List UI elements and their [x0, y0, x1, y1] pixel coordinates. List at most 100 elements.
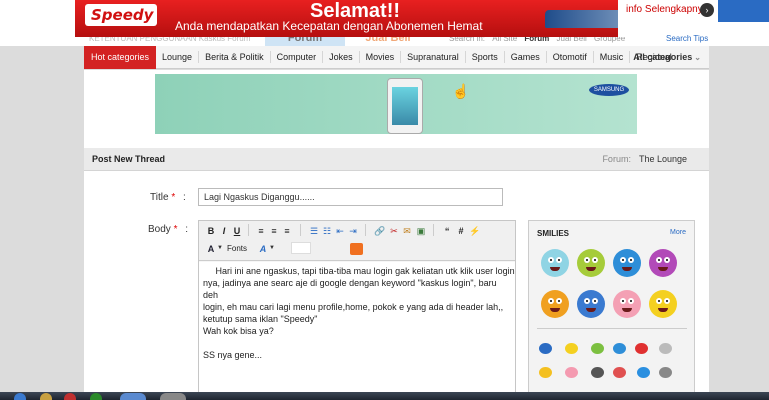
mini-smiley-icon[interactable] [565, 343, 578, 354]
align-left-icon[interactable]: ≡ [255, 225, 267, 237]
smiley-icon[interactable] [613, 249, 641, 277]
category-otomotif[interactable]: Otomotif [547, 51, 594, 63]
font-size-icon[interactable]: A [257, 243, 269, 255]
window-icon[interactable] [160, 393, 186, 400]
mini-smiley-icon[interactable] [591, 367, 604, 378]
emoticon-insert-icon[interactable] [350, 243, 363, 255]
all-categories-dropdown[interactable]: All categories ⌄ [633, 46, 701, 69]
smiley-icon[interactable] [649, 290, 677, 318]
all-categories-label: All categories [633, 52, 693, 62]
smilies-more-link[interactable]: More [670, 229, 686, 236]
smilies-panel: SMILIES More [528, 220, 695, 400]
outdent-icon[interactable]: ⇤ [334, 225, 346, 237]
number-list-icon[interactable]: ☷ [321, 225, 333, 237]
mini-smiley-icon[interactable] [591, 343, 604, 354]
mini-smiley-icon[interactable] [539, 367, 552, 378]
app-icon[interactable] [90, 393, 102, 400]
category-computer[interactable]: Computer [271, 51, 324, 63]
category-supranatural[interactable]: Supranatural [401, 51, 466, 63]
mini-smiley-icon[interactable] [565, 367, 578, 378]
samsung-ad-banner[interactable]: SAMSUNG ☝ [155, 74, 637, 134]
fonts-dropdown[interactable]: Fonts [227, 244, 247, 253]
search-tips-link[interactable]: Search Tips [666, 34, 708, 43]
underline-button[interactable]: U [231, 225, 243, 237]
link-icon[interactable]: 🔗 [374, 225, 386, 237]
color-picker-field[interactable] [291, 242, 311, 254]
smiley-icon[interactable] [613, 290, 641, 318]
smiley-icon[interactable] [577, 290, 605, 318]
browser-icon[interactable] [120, 393, 146, 400]
mini-smiley-icon[interactable] [659, 343, 672, 354]
speedy-logo: Speedy [85, 4, 157, 26]
post-thread-header: Post New Thread Forum: The Lounge [84, 148, 709, 171]
explorer-icon[interactable] [40, 393, 52, 400]
quote-icon[interactable]: ❝ [441, 225, 453, 237]
top-left-blank [0, 0, 75, 22]
body-colon: : [185, 224, 189, 235]
unlink-icon[interactable]: ✂ [388, 225, 400, 237]
body-line: login, eh mau cari lagi menu profile,hom… [203, 302, 504, 312]
category-movies[interactable]: Movies [360, 51, 402, 63]
header-left-blank [0, 22, 75, 46]
category-music[interactable]: Music [594, 51, 631, 63]
italic-button[interactable]: I [218, 225, 230, 237]
post-thread-title: Post New Thread [92, 154, 166, 164]
email-icon[interactable]: ✉ [401, 225, 413, 237]
category-lounge[interactable]: Lounge [156, 51, 200, 63]
mini-smiley-icon[interactable] [637, 367, 650, 378]
top-right-tab[interactable] [718, 0, 769, 22]
editor-toolbar: B I U ≡ ≡ ≡ ☰ ☷ ⇤ ⇥ 🔗 ✂ ✉ ▣ ❝ # ⚡ A ▼ Fo… [199, 221, 515, 261]
align-center-icon[interactable]: ≡ [268, 225, 280, 237]
category-berita-politik[interactable]: Berita & Politik [199, 51, 271, 63]
image-icon[interactable]: ▣ [415, 225, 427, 237]
indent-icon[interactable]: ⇥ [347, 225, 359, 237]
body-line: Wah kok bisa ya? [203, 326, 274, 336]
mini-smiley-icon[interactable] [635, 343, 648, 354]
bullet-list-icon[interactable]: ☰ [308, 225, 320, 237]
category-nav: Hot categories Lounge Berita & Politik C… [84, 45, 709, 69]
spoiler-icon[interactable]: ⚡ [469, 225, 481, 237]
page-left-margin [0, 46, 84, 392]
forum-value[interactable]: The Lounge [639, 154, 687, 164]
hot-categories-label[interactable]: Hot categories [84, 45, 157, 69]
forum-breadcrumb: Forum: The Lounge [602, 154, 687, 164]
category-sports[interactable]: Sports [466, 51, 505, 63]
text-color-icon[interactable]: A [205, 243, 217, 255]
speedy-ad-banner[interactable]: Speedy Selamat!! Anda mendapatkan Kecepa… [75, 0, 718, 37]
mini-smiley-icon[interactable] [539, 343, 552, 354]
align-right-icon[interactable]: ≡ [281, 225, 293, 237]
toolbar-separator [433, 224, 434, 236]
category-games[interactable]: Games [505, 51, 547, 63]
phone-screen [392, 87, 418, 125]
phone-image [387, 78, 423, 134]
mini-smiley-icon[interactable] [613, 367, 626, 378]
smiley-icon[interactable] [541, 290, 569, 318]
title-label-text: Title [150, 192, 169, 203]
body-line: ketutup sama iklan "Speedy" [203, 314, 318, 324]
title-required-mark: * [171, 192, 176, 203]
mini-smiley-icon[interactable] [613, 343, 626, 354]
smiley-icon[interactable] [577, 249, 605, 277]
ad-info-link[interactable]: info Selengkapnya › [618, 0, 718, 37]
font-size-chevron-icon[interactable]: ▼ [269, 245, 275, 251]
ad-arrow-icon[interactable]: › [700, 3, 714, 17]
mini-smiley-icon[interactable] [659, 367, 672, 378]
category-jokes[interactable]: Jokes [323, 51, 360, 63]
smiley-icon[interactable] [649, 249, 677, 277]
text-color-chevron-icon[interactable]: ▼ [217, 245, 223, 251]
forum-label: Forum: [602, 154, 631, 164]
toolbar-separator [300, 224, 301, 236]
title-input[interactable] [198, 188, 503, 206]
bold-button[interactable]: B [205, 225, 217, 237]
toolbar-separator [365, 224, 366, 236]
header-right-blank [718, 22, 769, 46]
start-orb-icon[interactable] [14, 393, 26, 400]
smiley-icon[interactable] [541, 249, 569, 277]
code-icon[interactable]: # [455, 225, 467, 237]
media-icon[interactable] [64, 393, 76, 400]
body-line: Hari ini ane ngaskus, tapi tiba-tiba mau… [203, 266, 515, 276]
main-panel: SAMSUNG ☝ Post New Thread Forum: The Loun… [84, 70, 709, 400]
body-textarea[interactable]: Hari ini ane ngaskus, tapi tiba-tiba mau… [199, 262, 515, 400]
mouse-cursor-icon: ☝ [452, 83, 470, 99]
ad-info-text: info Selengkapnya [626, 4, 709, 15]
